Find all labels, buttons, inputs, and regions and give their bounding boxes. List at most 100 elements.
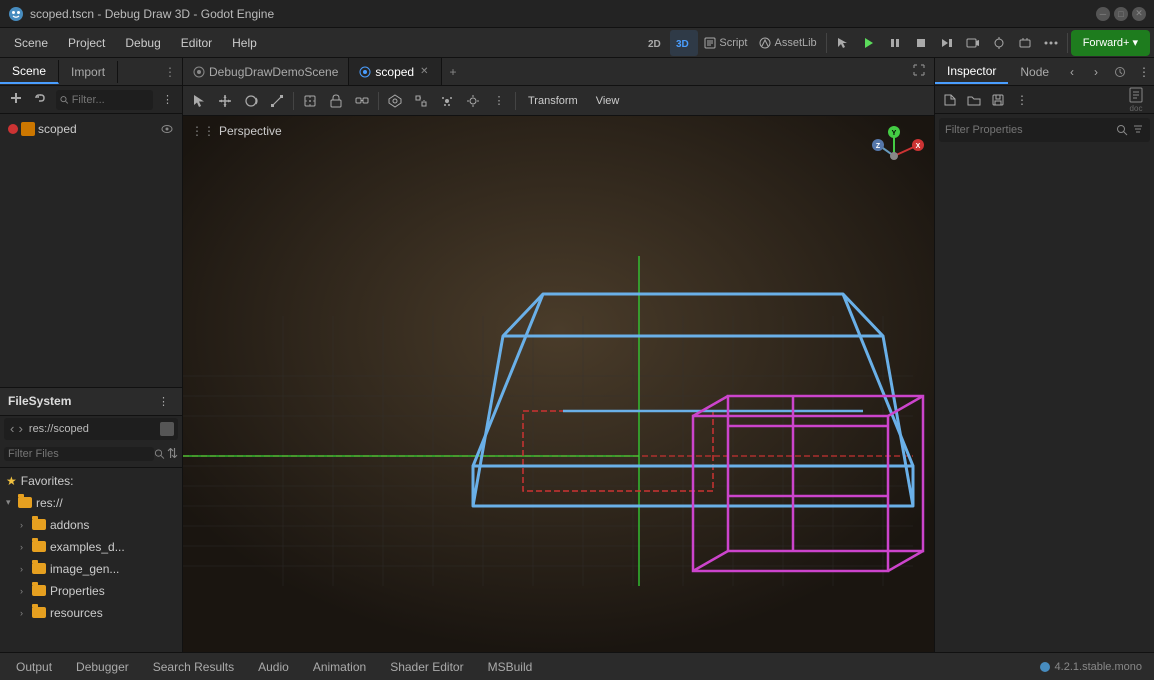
fs-forward-button[interactable]: › bbox=[16, 421, 24, 436]
scene-toolbar: ⋮ bbox=[0, 86, 182, 114]
select-tool-vp-button[interactable] bbox=[187, 89, 211, 113]
menu-debug[interactable]: Debug bbox=[115, 32, 170, 54]
perspective-label[interactable]: ⋮⋮ Perspective bbox=[191, 124, 282, 138]
tab-inspector[interactable]: Inspector bbox=[935, 60, 1008, 84]
version-info: 4.2.1.stable.mono bbox=[1039, 661, 1150, 673]
step-button[interactable] bbox=[934, 30, 960, 56]
history-next-button[interactable]: › bbox=[1085, 61, 1107, 83]
bottom-tab-msbuild[interactable]: MSBuild bbox=[476, 653, 545, 680]
fs-filter-input[interactable] bbox=[4, 447, 154, 461]
stop-button[interactable] bbox=[908, 30, 934, 56]
inspector-options-button[interactable]: ⋮ bbox=[1133, 61, 1154, 83]
scene-tab-menu-button[interactable]: ⋮ bbox=[158, 61, 182, 83]
pause-button[interactable] bbox=[882, 30, 908, 56]
move-tool-button[interactable] bbox=[213, 89, 237, 113]
viewport-toolbar: ⋮ Transform View bbox=[183, 86, 934, 116]
filesystem-options-button[interactable]: ⋮ bbox=[153, 393, 174, 410]
fs-item-addons[interactable]: › addons bbox=[0, 514, 182, 536]
tab-node[interactable]: Node bbox=[1008, 61, 1061, 83]
viewport-area: DebugDrawDemoScene scoped ✕ + bbox=[183, 58, 934, 652]
save-file-button[interactable] bbox=[987, 89, 1009, 111]
fs-item-properties[interactable]: › Properties bbox=[0, 580, 182, 602]
mesh-icon bbox=[388, 94, 402, 108]
bottom-tab-animation[interactable]: Animation bbox=[301, 653, 378, 680]
maximize-button[interactable]: □ bbox=[1114, 7, 1128, 21]
filter-settings-button[interactable] bbox=[1132, 123, 1144, 138]
group-button[interactable] bbox=[350, 89, 374, 113]
tab-debugdrawdemoscene[interactable]: DebugDrawDemoScene bbox=[183, 58, 349, 85]
new-file-button[interactable] bbox=[939, 89, 961, 111]
bottom-tab-audio[interactable]: Audio bbox=[246, 653, 301, 680]
history-icon bbox=[1114, 66, 1126, 78]
scene-options-button[interactable]: ⋮ bbox=[157, 91, 178, 108]
close-button[interactable]: ✕ bbox=[1132, 7, 1146, 21]
play-button[interactable] bbox=[856, 30, 882, 56]
scale-tool-button[interactable] bbox=[265, 89, 289, 113]
tab-scene[interactable]: Scene bbox=[0, 60, 59, 84]
history-prev-button[interactable]: ‹ bbox=[1061, 61, 1083, 83]
eye-icon[interactable] bbox=[160, 122, 174, 136]
fullscreen-button[interactable] bbox=[904, 59, 934, 84]
debug-movie-button[interactable] bbox=[960, 30, 986, 56]
transform-mode-button[interactable] bbox=[298, 89, 322, 113]
assetlib-icon bbox=[759, 37, 771, 49]
snap-button[interactable] bbox=[409, 89, 433, 113]
window-title: scoped.tscn - Debug Draw 3D - Godot Engi… bbox=[30, 7, 1096, 21]
menu-project[interactable]: Project bbox=[58, 32, 115, 54]
svg-text:3D: 3D bbox=[676, 39, 689, 48]
menu-editor[interactable]: Editor bbox=[171, 32, 222, 54]
open-file-button[interactable] bbox=[963, 89, 985, 111]
fs-item-favorites[interactable]: ★ Favorites: bbox=[0, 470, 182, 492]
fs-item-imagegen[interactable]: › image_gen... bbox=[0, 558, 182, 580]
settings-icon bbox=[1132, 123, 1144, 135]
mesh-button[interactable] bbox=[383, 89, 407, 113]
view-label-button[interactable]: View bbox=[588, 95, 628, 107]
inspector-history-button[interactable] bbox=[1109, 61, 1131, 83]
fs-back-button[interactable]: ‹ bbox=[8, 421, 16, 436]
deploy-button[interactable] bbox=[1012, 30, 1038, 56]
tab-scoped[interactable]: scoped ✕ bbox=[349, 58, 441, 85]
bottom-tab-debugger[interactable]: Debugger bbox=[64, 653, 141, 680]
lock-button[interactable] bbox=[324, 89, 348, 113]
filter-properties-input[interactable] bbox=[945, 124, 1112, 136]
menu-help[interactable]: Help bbox=[222, 32, 267, 54]
sun-button[interactable] bbox=[461, 89, 485, 113]
fs-item-res[interactable]: ▾ res:// bbox=[0, 492, 182, 514]
select-tool-button[interactable] bbox=[830, 30, 856, 56]
remote-debug-button[interactable] bbox=[986, 30, 1012, 56]
renderer-arrow: ▾ bbox=[1132, 36, 1138, 49]
script-button[interactable]: Script bbox=[698, 30, 753, 56]
vp-more-button[interactable]: ⋮ bbox=[487, 89, 511, 113]
mode-3d-button[interactable]: 3D bbox=[670, 30, 698, 56]
add-tab-button[interactable]: + bbox=[442, 61, 465, 83]
fs-item-examples[interactable]: › examples_d... bbox=[0, 536, 182, 558]
mode-2d-button[interactable]: 2D bbox=[642, 30, 670, 56]
tab-import[interactable]: Import bbox=[59, 61, 118, 83]
bottom-tab-search-results[interactable]: Search Results bbox=[141, 653, 246, 680]
tab-close-button[interactable]: ✕ bbox=[418, 66, 430, 77]
assetlib-button[interactable]: AssetLib bbox=[753, 30, 822, 56]
bottom-tab-output[interactable]: Output bbox=[4, 653, 64, 680]
rotate-tool-button[interactable] bbox=[239, 89, 263, 113]
minimize-button[interactable]: ─ bbox=[1096, 7, 1110, 21]
tree-item-scoped[interactable]: scoped bbox=[0, 118, 182, 140]
scene-filter-input[interactable] bbox=[72, 94, 149, 106]
inspector-more-button[interactable]: ⋮ bbox=[1011, 89, 1033, 111]
menu-scene[interactable]: Scene bbox=[4, 32, 58, 54]
more-options-button[interactable] bbox=[1038, 30, 1064, 56]
renderer-button[interactable]: Forward+ ▾ bbox=[1071, 30, 1150, 56]
fs-sort-button[interactable]: ⇅ bbox=[167, 446, 178, 462]
add-node-button[interactable] bbox=[4, 89, 28, 110]
viewport-3d[interactable]: ⋮⋮ Perspective Y X Z bbox=[183, 116, 934, 652]
deploy-icon bbox=[1018, 36, 1032, 50]
transform-label-button[interactable]: Transform bbox=[520, 95, 586, 107]
particles-button[interactable] bbox=[435, 89, 459, 113]
bottom-tab-shader-editor[interactable]: Shader Editor bbox=[378, 653, 475, 680]
link-node-button[interactable] bbox=[28, 89, 52, 110]
editor-tabs: DebugDrawDemoScene scoped ✕ + bbox=[183, 58, 934, 86]
fs-item-resources[interactable]: › resources bbox=[0, 602, 182, 624]
doc-button[interactable]: doc bbox=[1122, 86, 1150, 114]
fs-tree: ★ Favorites: ▾ res:// › addons › bbox=[0, 468, 182, 653]
play-icon bbox=[862, 36, 876, 50]
filesystem-header: FileSystem ⋮ bbox=[0, 388, 182, 416]
